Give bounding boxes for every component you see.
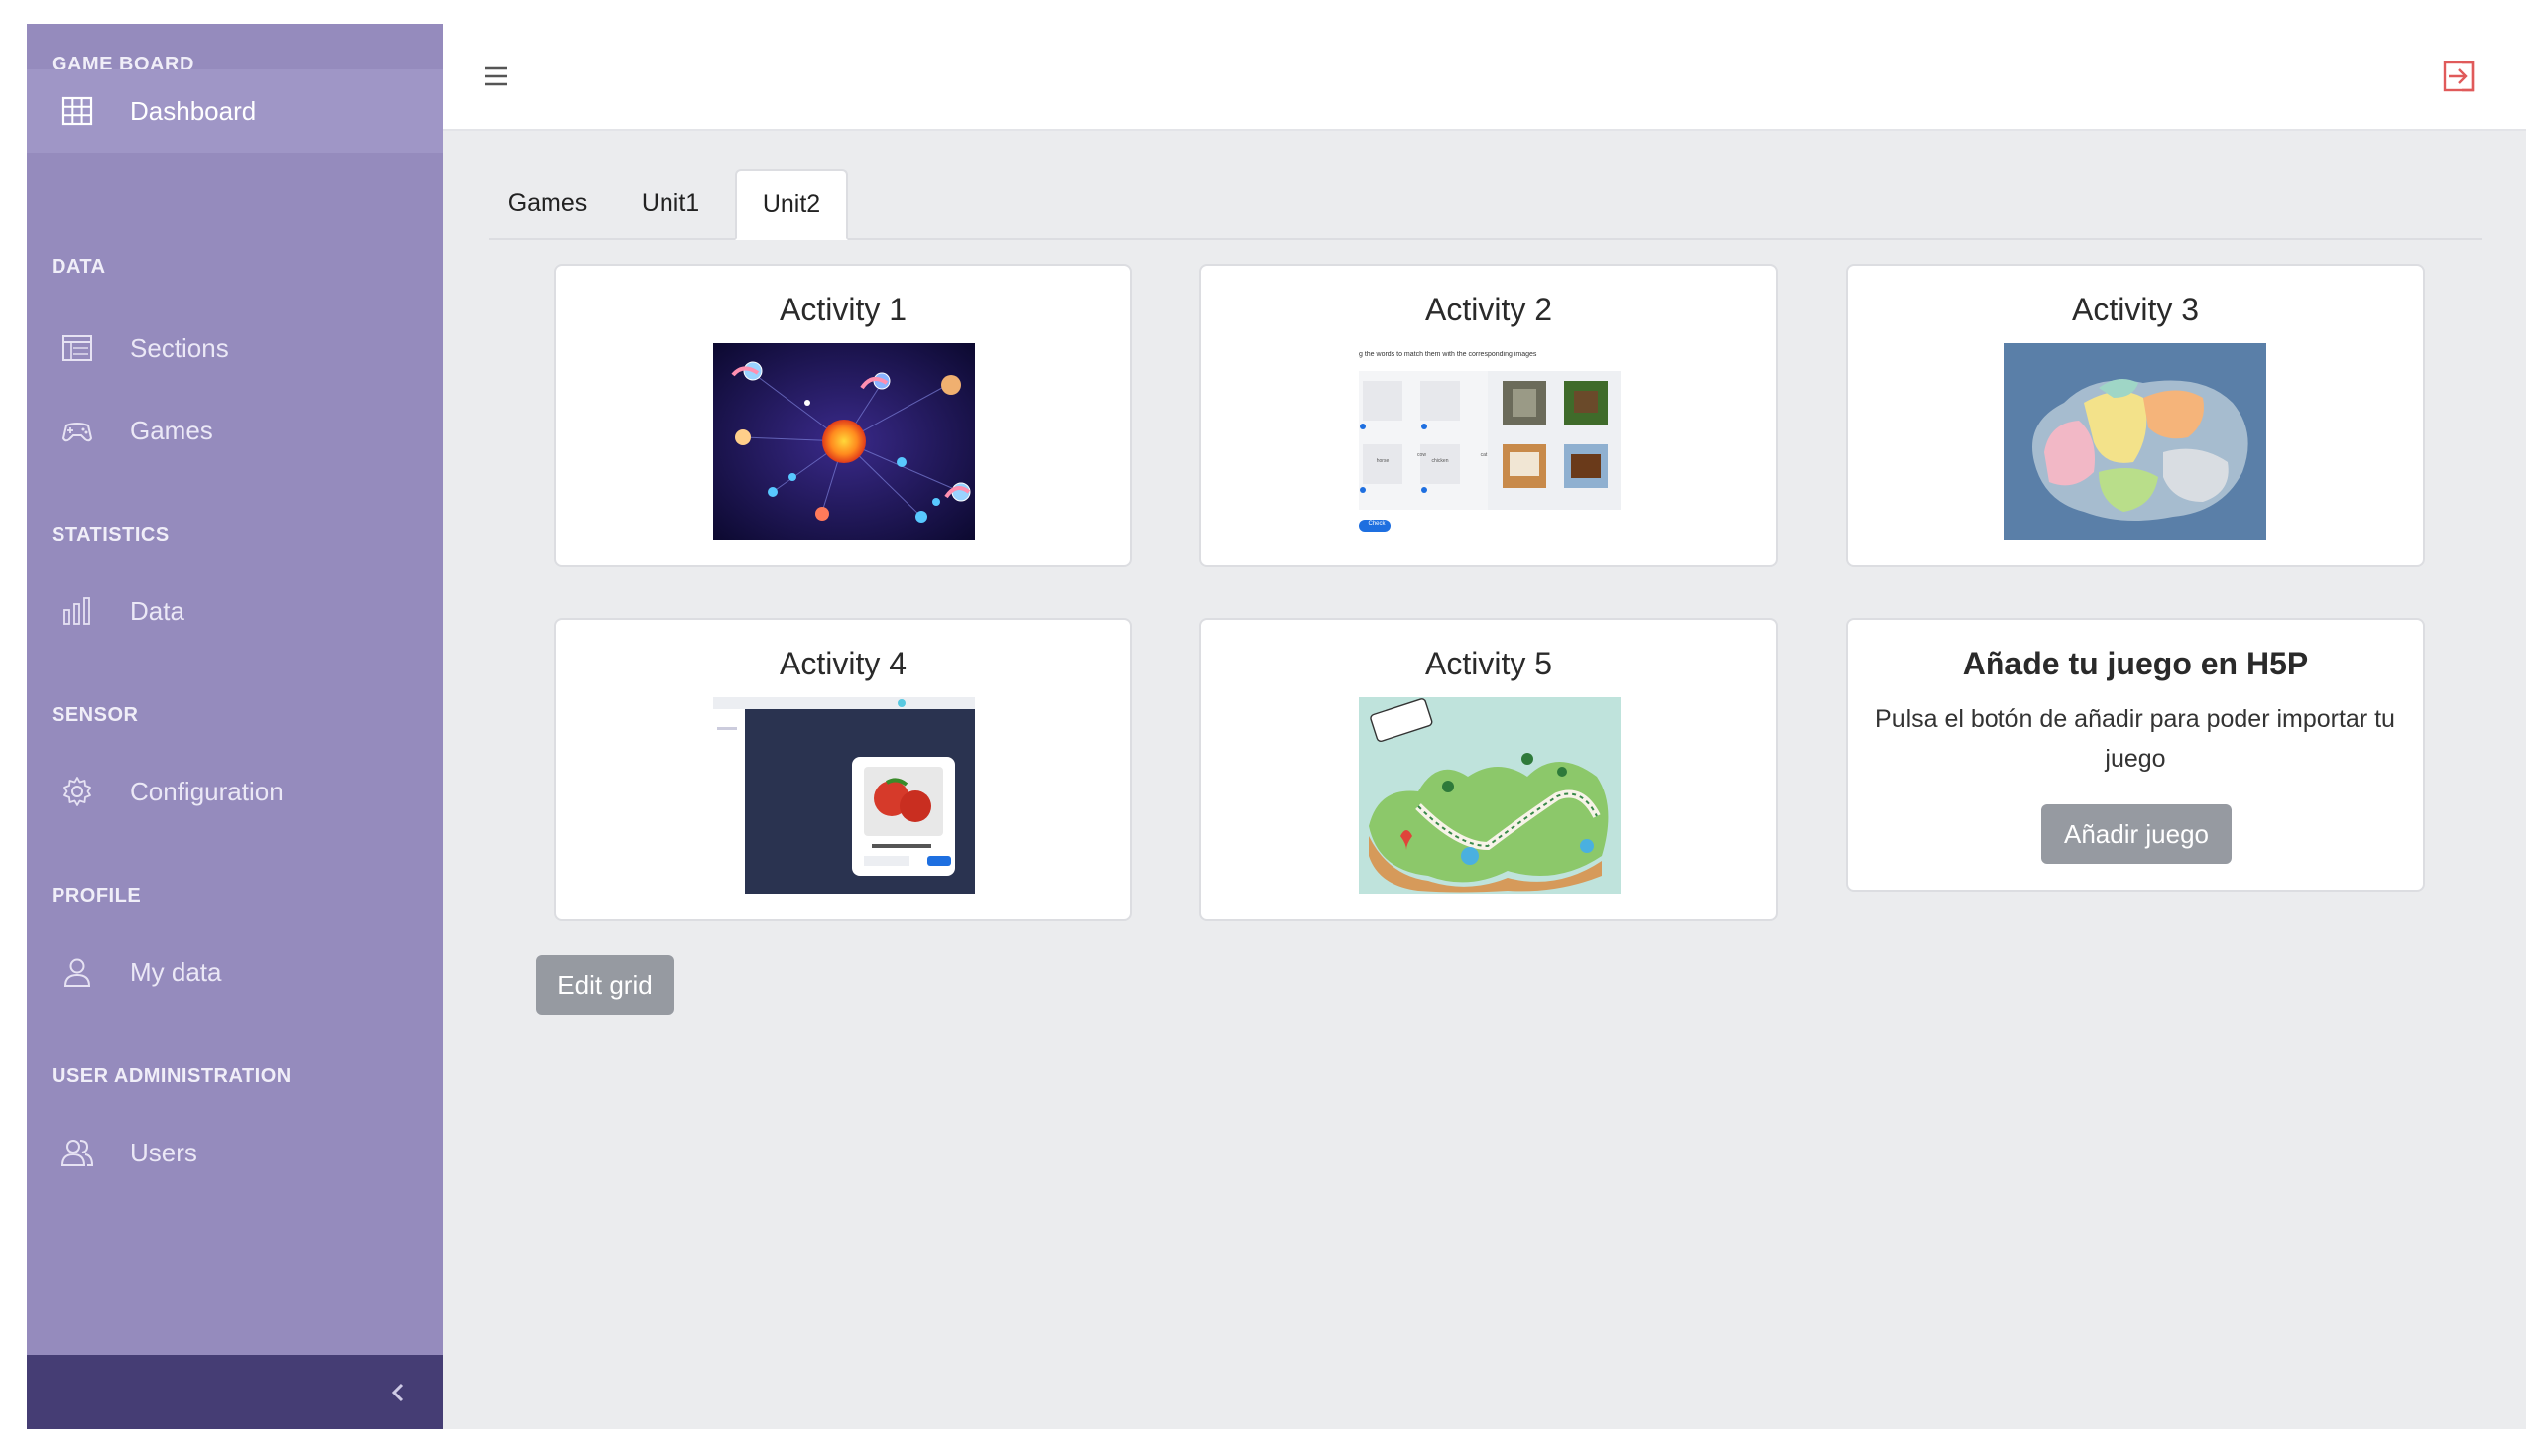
user-icon — [61, 955, 94, 989]
tab-games[interactable]: Games — [489, 169, 606, 238]
sidebar-item-games[interactable]: Games — [27, 389, 443, 472]
sidebar-item-label: Dashboard — [130, 95, 257, 126]
tab-unit2[interactable]: Unit2 — [735, 169, 848, 240]
activity-thumbnail — [1359, 697, 1621, 894]
activity-card-4[interactable]: Activity 4 — [554, 618, 1132, 921]
sidebar-item-sections[interactable]: Sections — [27, 306, 443, 390]
sidebar-item-label: Users — [130, 1137, 197, 1167]
add-game-title: Añade tu juego en H5P — [1962, 646, 2309, 681]
app: GAME BOARD Dashboard DATA Sections Games… — [27, 24, 2526, 1429]
activity-thumbnail: g the words to match them with the corre… — [1359, 343, 1621, 540]
hamburger-icon — [485, 66, 507, 86]
sidebar-item-label: Sections — [130, 332, 229, 363]
grid-icon — [61, 94, 94, 128]
activity-card-1[interactable]: Activity 1 — [554, 264, 1132, 567]
main-content: Games Unit1 Unit2 Activity 1 Activity 2 … — [443, 131, 2526, 1429]
section-title-user-administration: USER ADMINISTRATION — [52, 1065, 292, 1087]
section-title-data: DATA — [52, 256, 106, 278]
sidebar-item-label: Data — [130, 595, 184, 626]
hamburger-menu-button[interactable] — [483, 63, 509, 89]
top-header — [443, 24, 2526, 131]
map-game-thumbnail — [2004, 343, 2266, 540]
section-title-profile: PROFILE — [52, 885, 142, 907]
sidebar-item-label: My data — [130, 956, 222, 987]
sidebar-item-configuration[interactable]: Configuration — [27, 750, 443, 833]
sidebar-item-my-data[interactable]: My data — [27, 930, 443, 1014]
users-icon — [61, 1136, 94, 1169]
activity-title: Activity 1 — [779, 292, 908, 327]
sidebar-item-label: Games — [130, 415, 213, 445]
edit-grid-button[interactable]: Edit grid — [536, 955, 674, 1015]
quiz-game-thumbnail — [713, 697, 975, 894]
sidebar-item-data[interactable]: Data — [27, 569, 443, 653]
gear-icon — [61, 775, 94, 808]
activity-title: Activity 3 — [2071, 292, 2200, 327]
collapse-sidebar-button[interactable] — [376, 1371, 420, 1414]
activity-card-3[interactable]: Activity 3 — [1846, 264, 2425, 567]
tab-unit1[interactable]: Unit1 — [616, 169, 725, 238]
space-game-thumbnail — [713, 343, 975, 540]
sidebar-footer — [27, 1355, 443, 1429]
add-game-description: Pulsa el botón de añadir para poder impo… — [1876, 705, 2395, 773]
check-button-preview: Check — [1368, 521, 1386, 527]
chevron-left-icon — [391, 1383, 404, 1402]
activity-thumbnail — [713, 343, 975, 540]
gamepad-icon — [61, 414, 94, 447]
adventure-map-thumbnail — [1359, 697, 1621, 894]
section-title-statistics: STATISTICS — [52, 524, 170, 546]
word-match-thumbnail — [1359, 371, 1621, 532]
activity-title: Activity 2 — [1424, 292, 1553, 327]
word-card: horse — [1376, 458, 1390, 464]
activity-thumbnail — [2004, 343, 2266, 540]
sidebar: GAME BOARD Dashboard DATA Sections Games… — [27, 24, 443, 1429]
sidebar-item-label: Configuration — [130, 776, 284, 806]
section-title-sensor: SENSOR — [52, 704, 139, 726]
tab-bar: Games Unit1 Unit2 — [489, 169, 2482, 240]
bar-chart-icon — [61, 594, 94, 628]
activity-card-5[interactable]: Activity 5 — [1199, 618, 1778, 921]
logout-button[interactable] — [2442, 60, 2476, 93]
activity-card-2[interactable]: Activity 2 g the words to match them wit… — [1199, 264, 1778, 567]
activity-title: Activity 4 — [779, 646, 908, 681]
activity-thumbnail — [713, 697, 975, 894]
sidebar-item-dashboard[interactable]: Dashboard — [27, 69, 443, 153]
logout-icon — [2443, 61, 2475, 92]
table-icon — [61, 331, 94, 365]
sidebar-item-users[interactable]: Users — [27, 1111, 443, 1194]
activity-title: Activity 5 — [1424, 646, 1553, 681]
word-card: cat — [1480, 452, 1488, 458]
add-game-card: Añade tu juego en H5P Pulsa el botón de … — [1846, 618, 2425, 892]
add-game-button[interactable]: Añadir juego — [2041, 804, 2232, 864]
word-card: chicken — [1431, 458, 1449, 464]
